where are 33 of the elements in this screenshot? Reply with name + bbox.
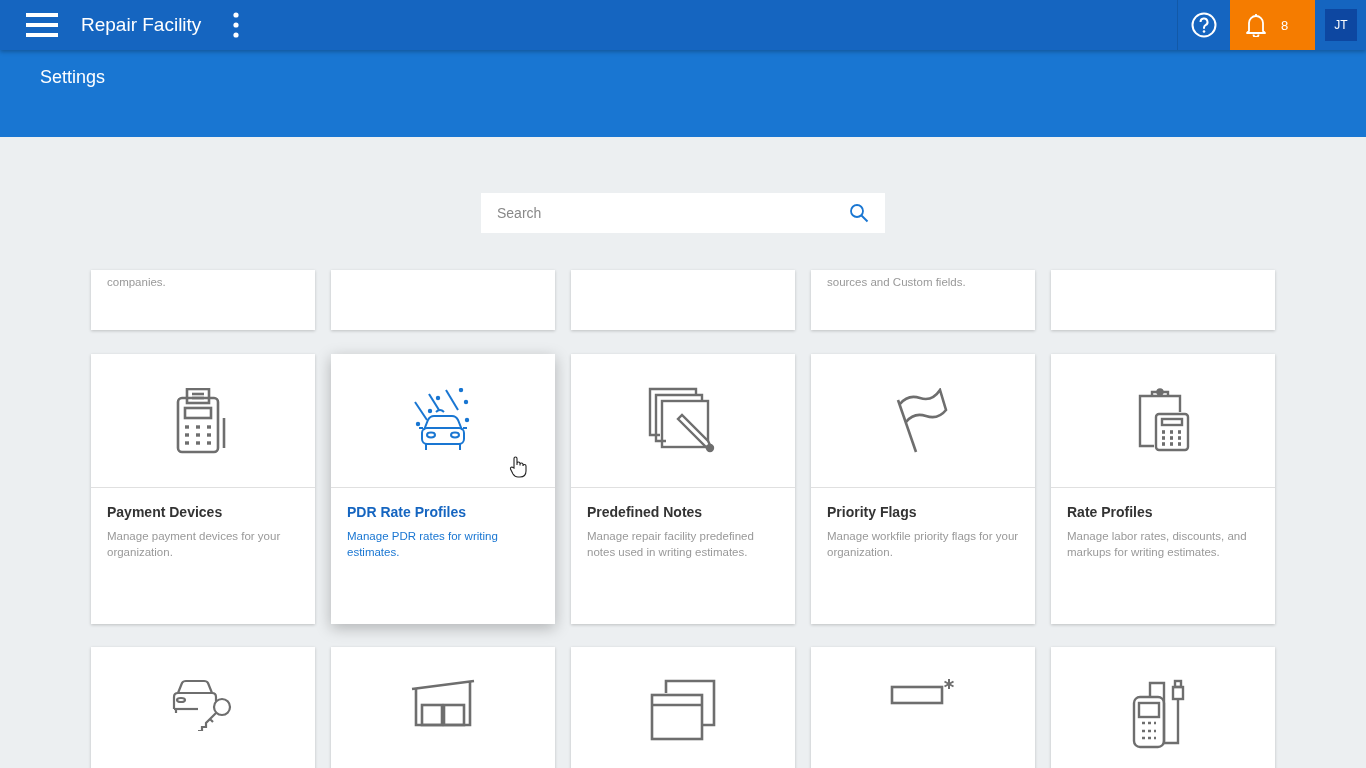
card-description: Manage labor rates, discounts, and markups for writing estimates. bbox=[1067, 529, 1248, 560]
garage-icon bbox=[410, 679, 476, 727]
card-description: sources and Custom fields. bbox=[827, 276, 966, 288]
field-asterisk-icon bbox=[890, 679, 956, 707]
settings-card[interactable]: Rate Profiles Manage labor rates, discounts, and markups for writing estimates. bbox=[1051, 354, 1275, 624]
card-title: Priority Flags bbox=[827, 504, 918, 520]
app-title: Repair Facility bbox=[81, 14, 202, 36]
card-description: Manage PDR rates for writing estimates. bbox=[347, 529, 499, 560]
card-title: Predefined Notes bbox=[587, 504, 704, 520]
settings-card[interactable] bbox=[571, 647, 795, 768]
card-description: companies. bbox=[107, 276, 166, 288]
page-title: Settings bbox=[39, 66, 107, 88]
help-icon[interactable] bbox=[1191, 12, 1217, 38]
settings-card[interactable]: Payment Devices Manage payment devices for your organization. bbox=[91, 354, 315, 624]
hand-cursor-icon bbox=[509, 456, 527, 478]
settings-card[interactable]: Priority Flags Manage workfile priority flags for your organization. bbox=[811, 354, 1035, 624]
card-title: Rate Profiles bbox=[1067, 504, 1154, 520]
search-icon[interactable] bbox=[849, 203, 869, 223]
search-field[interactable]: Search bbox=[481, 193, 885, 233]
card-description: Manage repair facility predefined notes used in writing estimates. bbox=[587, 529, 755, 560]
card-description: Manage payment devices for your organization. bbox=[107, 529, 282, 560]
settings-card[interactable]: Predefined Notes Manage repair facility predefined notes used in writing estimates. bbox=[571, 354, 795, 624]
settings-card[interactable] bbox=[331, 647, 555, 768]
settings-card[interactable] bbox=[1051, 647, 1275, 768]
windows-icon bbox=[650, 679, 716, 741]
card-title: PDR Rate Profiles bbox=[347, 504, 468, 520]
card-description: Manage workfile priority flags for your organization. bbox=[827, 529, 1019, 560]
bell-icon bbox=[1245, 13, 1267, 37]
more-options-icon[interactable] bbox=[233, 12, 240, 38]
menu-icon[interactable] bbox=[26, 12, 58, 38]
settings-card[interactable]: PDR Rate Profiles Manage PDR rates for writing estimates. bbox=[331, 354, 555, 624]
user-avatar[interactable]: JT bbox=[1325, 9, 1357, 41]
card-title: Payment Devices bbox=[107, 504, 224, 520]
